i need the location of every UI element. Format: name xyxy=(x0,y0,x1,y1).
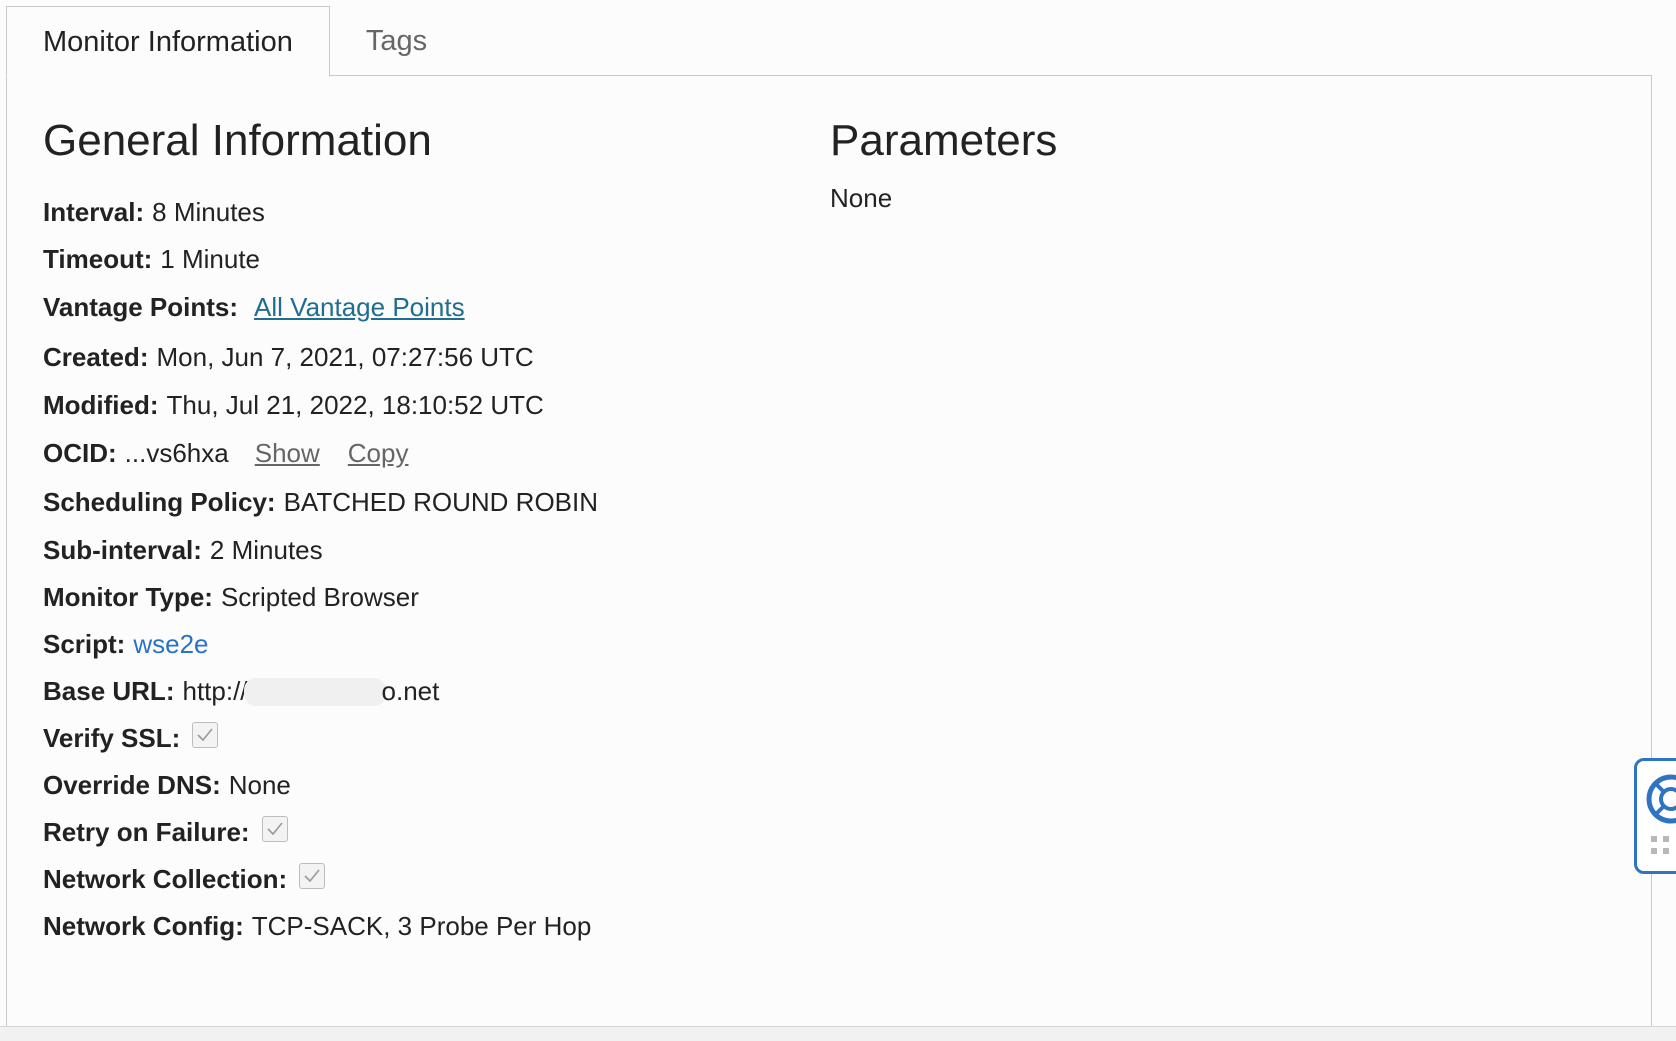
monitor-type-label: Monitor Type: xyxy=(43,582,213,612)
all-vantage-points-link[interactable]: All Vantage Points xyxy=(254,292,465,323)
tab-bar: Monitor Information Tags xyxy=(6,6,463,77)
network-config-value: TCP-SACK, 3 Probe Per Hop xyxy=(251,911,592,941)
network-collection-checkbox[interactable] xyxy=(299,862,326,889)
retry-on-failure-checkbox[interactable] xyxy=(261,815,288,842)
parameters-heading: Parameters xyxy=(830,116,1058,165)
modified-row: Modified: Thu, Jul 21, 2022, 18:10:52 UT… xyxy=(43,381,598,429)
scheduling-policy-row: Scheduling Policy: BATCHED ROUND ROBIN xyxy=(43,477,598,527)
base-url-row: Base URL: http:// o.net xyxy=(43,668,598,715)
general-information-list: Interval: 8 Minutes Timeout: 1 Minute Va… xyxy=(43,187,598,950)
created-row: Created: Mon, Jun 7, 2021, 07:27:56 UTC xyxy=(43,333,598,381)
timeout-row: Timeout: 1 Minute xyxy=(43,237,598,281)
base-url-prefix: http:// xyxy=(182,676,248,706)
redacted-url-segment xyxy=(243,677,386,706)
script-label: Script: xyxy=(43,629,126,659)
bottom-divider xyxy=(0,1026,1676,1041)
base-url-label: Base URL: xyxy=(43,676,175,706)
retry-on-failure-label: Retry on Failure: xyxy=(43,817,250,847)
sub-interval-row: Sub-interval: 2 Minutes xyxy=(43,527,598,574)
override-dns-label: Override DNS: xyxy=(43,770,221,800)
monitor-type-value: Scripted Browser xyxy=(220,582,419,612)
verify-ssl-label: Verify SSL: xyxy=(43,723,181,753)
page-frame: Monitor Information Tags General Informa… xyxy=(0,0,1676,1026)
vantage-points-row: Vantage Points: All Vantage Points xyxy=(43,281,598,333)
modified-label: Modified: xyxy=(43,389,159,420)
sub-interval-value: 2 Minutes xyxy=(209,535,323,565)
interval-label: Interval: xyxy=(43,196,145,227)
parameters-value: None xyxy=(830,183,893,213)
script-link[interactable]: wse2e xyxy=(133,629,208,660)
ocid-value: ...vs6hxa xyxy=(124,437,229,468)
base-url-suffix: o.net xyxy=(381,676,440,706)
checkmark-icon xyxy=(267,821,283,835)
created-value: Mon, Jun 7, 2021, 07:27:56 UTC xyxy=(156,341,534,372)
scheduling-policy-label: Scheduling Policy: xyxy=(43,486,276,517)
scheduling-policy-value: BATCHED ROUND ROBIN xyxy=(283,486,599,517)
vantage-points-label: Vantage Points: xyxy=(43,291,239,322)
tab-tags[interactable]: Tags xyxy=(330,6,463,76)
timeout-label: Timeout: xyxy=(43,243,153,274)
modified-value: Thu, Jul 21, 2022, 18:10:52 UTC xyxy=(166,389,544,420)
tab-monitor-information[interactable]: Monitor Information xyxy=(6,6,330,77)
monitor-type-row: Monitor Type: Scripted Browser xyxy=(43,574,598,621)
checkmark-icon xyxy=(304,868,320,882)
created-label: Created: xyxy=(43,341,149,372)
ocid-show-link[interactable]: Show xyxy=(255,438,320,469)
script-row: Script: wse2e xyxy=(43,621,598,668)
retry-on-failure-row: Retry on Failure: xyxy=(43,809,598,856)
checkmark-icon xyxy=(197,727,213,741)
ocid-label: OCID: xyxy=(43,437,117,468)
override-dns-row: Override DNS: None xyxy=(43,762,598,809)
override-dns-value: None xyxy=(228,770,291,800)
lifebuoy-icon xyxy=(1646,774,1676,854)
verify-ssl-row: Verify SSL: xyxy=(43,715,598,762)
network-config-label: Network Config: xyxy=(43,911,244,941)
network-config-row: Network Config: TCP-SACK, 3 Probe Per Ho… xyxy=(43,903,598,950)
verify-ssl-checkbox[interactable] xyxy=(192,721,219,748)
timeout-value: 1 Minute xyxy=(160,243,261,274)
network-collection-label: Network Collection: xyxy=(43,864,288,894)
ocid-row: OCID: ...vs6hxa Show Copy xyxy=(43,429,598,477)
help-widget-button[interactable] xyxy=(1634,758,1676,874)
network-collection-row: Network Collection: xyxy=(43,856,598,903)
interval-value: 8 Minutes xyxy=(152,196,265,227)
general-information-heading: General Information xyxy=(43,116,432,165)
ocid-copy-link[interactable]: Copy xyxy=(348,438,409,469)
sub-interval-label: Sub-interval: xyxy=(43,535,202,565)
interval-row: Interval: 8 Minutes xyxy=(43,187,598,237)
